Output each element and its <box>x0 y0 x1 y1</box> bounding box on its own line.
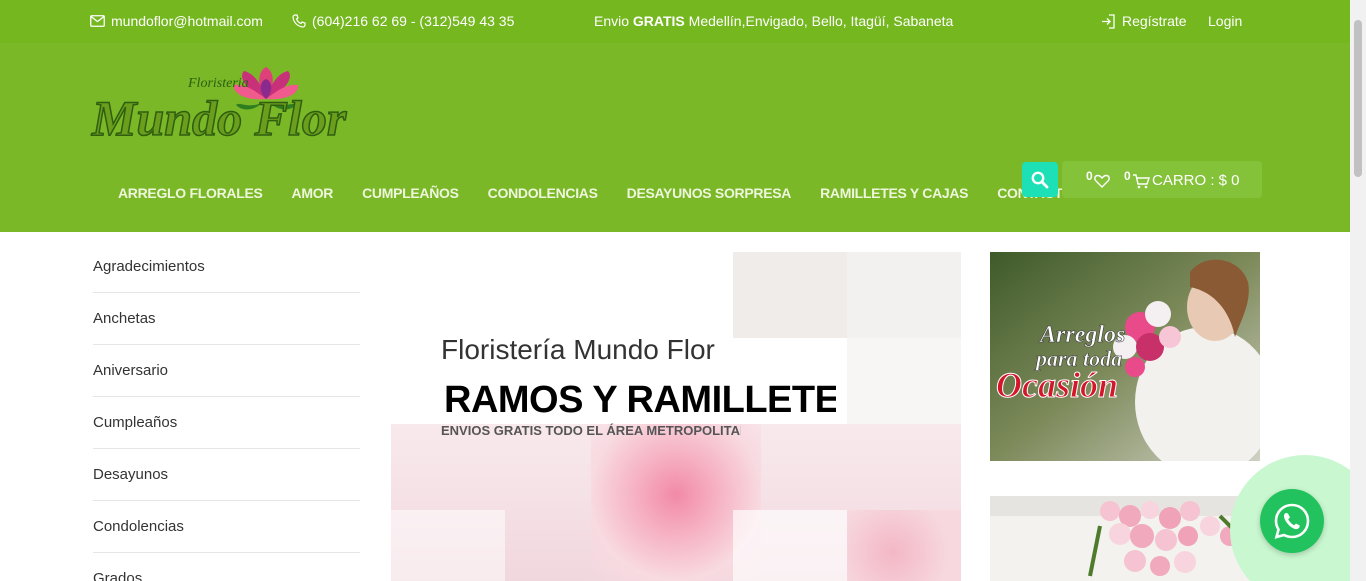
phone-text: (604)216 62 69 - (312)549 43 35 <box>312 13 515 29</box>
nav-ramilletes-y-cajas[interactable]: RAMILLETES Y CAJAS <box>820 185 968 201</box>
logo-main-text: Mundo Flor <box>91 90 347 146</box>
promo-banner-occasions[interactable]: Arreglos para toda Ocasión <box>990 252 1260 461</box>
promo-bold: GRATIS <box>632 13 685 29</box>
promo-line3: Ocasión <box>996 365 1118 405</box>
promo-prefix: Envio <box>594 13 633 29</box>
mail-icon <box>90 15 105 27</box>
nav-condolencias[interactable]: CONDOLENCIAS <box>488 185 598 201</box>
register-link[interactable]: Regístrate <box>1101 13 1187 29</box>
logo-image: Floristeria Mundo Flor <box>90 67 348 147</box>
top-bar: mundoflor@hotmail.com (604)216 62 69 - (… <box>0 0 1366 43</box>
site-header: Floristeria Mundo Flor ARREGLO FLORALES … <box>0 43 1366 232</box>
register-label: Regístrate <box>1122 13 1187 29</box>
main-nav: ARREGLO FLORALES AMOR CUMPLEAÑOS CONDOLE… <box>118 185 1102 201</box>
logo-small-text: Floristeria <box>187 76 249 91</box>
promo-banner-roses[interactable] <box>990 496 1260 581</box>
cart-count: 0 <box>1124 169 1131 183</box>
sign-in-icon <box>1102 13 1115 29</box>
email-contact[interactable]: mundoflor@hotmail.com <box>90 13 263 29</box>
hero-subtitle: Floristería Mundo Flor <box>441 334 715 365</box>
bride-bouquet-image: Arreglos para toda Ocasión <box>990 252 1260 461</box>
whatsapp-icon <box>1274 503 1310 539</box>
promo-line1: Arreglos <box>1038 322 1125 348</box>
hero-tagline: ENVIOS GRATIS TODO EL ÁREA METROPOLITANA <box>441 423 741 438</box>
scrollbar-thumb[interactable] <box>1354 20 1362 177</box>
hero-title: RAMOS Y RAMILLETES <box>444 379 836 421</box>
category-item[interactable]: Grados <box>93 553 360 581</box>
cart-icon <box>1133 174 1150 189</box>
cart-total: CARRO : $ 0 <box>1152 172 1240 189</box>
category-item[interactable]: Desayunos <box>93 449 360 501</box>
hero-slider[interactable]: Floristería Mundo Flor RAMOS Y RAMILLETE… <box>391 252 961 581</box>
wishlist-count: 0 <box>1086 169 1093 183</box>
search-button[interactable] <box>1022 162 1058 197</box>
email-text: mundoflor@hotmail.com <box>111 13 263 29</box>
category-item[interactable]: Aniversario <box>93 345 360 397</box>
category-sidebar: Agradecimientos Anchetas Aniversario Cum… <box>93 241 360 581</box>
category-item[interactable]: Agradecimientos <box>93 241 360 293</box>
nav-cumpleanos[interactable]: CUMPLEAÑOS <box>362 185 459 201</box>
category-item[interactable]: Anchetas <box>93 293 360 345</box>
roses-image <box>990 496 1260 581</box>
whatsapp-button[interactable] <box>1260 489 1324 553</box>
nav-desayunos-sorpresa[interactable]: DESAYUNOS SORPRESA <box>627 185 792 201</box>
nav-arreglo-florales[interactable]: ARREGLO FLORALES <box>118 185 263 201</box>
login-link[interactable]: Login <box>1208 13 1242 29</box>
shipping-promo: Envio GRATIS Medellín,Envigado, Bello, I… <box>594 13 953 29</box>
heart-icon <box>1094 174 1110 188</box>
category-item[interactable]: Condolencias <box>93 501 360 553</box>
search-icon <box>1031 171 1049 188</box>
promo-suffix: Medellín,Envigado, Bello, Itagüí, Sabane… <box>684 13 954 29</box>
page-scrollbar[interactable] <box>1350 0 1366 581</box>
site-logo[interactable]: Floristeria Mundo Flor <box>88 65 408 160</box>
phone-contact[interactable]: (604)216 62 69 - (312)549 43 35 <box>292 13 514 29</box>
nav-amor[interactable]: AMOR <box>292 185 334 201</box>
cart-area: 0 0 CARRO : $ 0 <box>1062 161 1262 198</box>
category-item[interactable]: Cumpleaños <box>93 397 360 449</box>
wishlist-button[interactable]: 0 <box>1086 169 1110 188</box>
phone-icon <box>292 14 306 28</box>
login-label: Login <box>1208 13 1243 29</box>
